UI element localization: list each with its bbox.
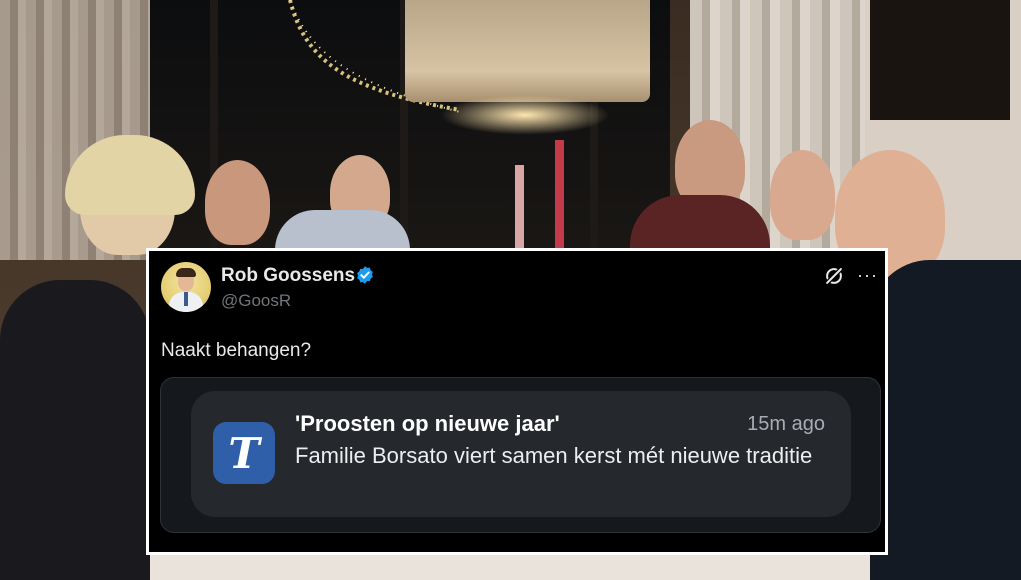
grok-icon[interactable] [823,265,845,287]
notification-title: 'Proosten op nieuwe jaar' [295,411,560,436]
tweet-media[interactable]: T 'Proosten op nieuwe jaar' 15m ago Fami… [160,377,881,533]
de-telegraaf-app-icon: T [213,422,275,484]
verified-badge-icon [357,266,373,284]
app-icon-letter: T [228,428,260,478]
author-name[interactable]: Rob Goossens [221,265,355,287]
author-avatar[interactable] [161,262,211,312]
more-options-icon[interactable]: ··· [857,265,878,285]
tweet-text: Naakt behangen? [161,340,312,361]
author-handle[interactable]: @GoosR [221,291,291,311]
tweet-card[interactable]: Rob Goossens @GoosR ··· Naakt behangen? … [146,248,888,555]
push-notification: T 'Proosten op nieuwe jaar' 15m ago Fami… [191,391,851,517]
notification-time: 15m ago [747,413,825,435]
notification-body: Familie Borsato viert samen kerst mét ni… [295,443,813,468]
